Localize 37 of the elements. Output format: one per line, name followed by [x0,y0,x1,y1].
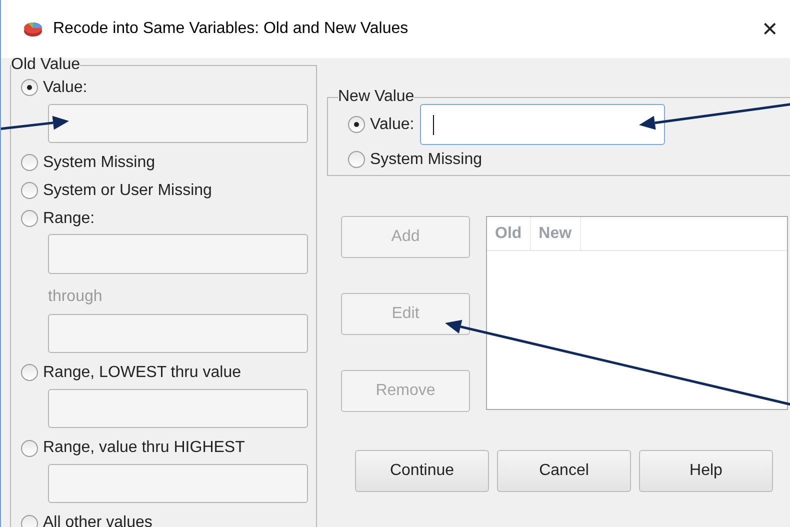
column-header: New [530,217,581,250]
input-field[interactable] [48,464,308,504]
window-title: Recode into Same Variables: Old and New Values [53,20,410,38]
column-header: Old [487,217,531,250]
input-field[interactable] [48,234,308,274]
radio-option[interactable]: Value: [21,74,308,102]
input-field[interactable] [48,104,308,144]
radio-button[interactable] [21,182,38,200]
input-field[interactable] [420,104,666,145]
close-icon[interactable]: ✕ [750,16,790,42]
radio-button[interactable] [21,79,38,96]
radio-button[interactable] [348,151,365,168]
radio-button[interactable] [21,154,38,172]
group-title: New Value [338,88,414,106]
radio-option[interactable]: System Missing [21,149,308,177]
radio-button[interactable] [21,210,38,227]
annotation-arrow [1,116,69,130]
radio-option[interactable]: System Missing [348,145,790,174]
radio-option[interactable]: Range, LOWEST thru value [21,359,308,387]
radio-button[interactable] [21,514,38,527]
radio-button[interactable] [348,116,365,133]
radio-button[interactable] [21,440,38,457]
pie-chart-icon [23,21,43,37]
field-caption: through [48,288,104,306]
text-cursor [433,114,434,134]
radio-option[interactable]: System or User Missing [21,176,308,205]
radio-option[interactable]: Value: [348,110,414,139]
radio-button[interactable] [21,364,38,382]
dialog-button[interactable]: Help [639,450,773,492]
dialog-button[interactable]: Continue [355,450,489,492]
group-title: Old Value [11,56,80,74]
radio-option[interactable]: All other values [21,509,308,527]
dialog-button[interactable]: Cancel [497,450,631,492]
radio-option[interactable]: Range, value thru HIGHEST [21,434,308,462]
input-field[interactable] [48,388,308,428]
input-field[interactable] [48,314,308,354]
radio-option[interactable]: Range: [21,204,308,232]
